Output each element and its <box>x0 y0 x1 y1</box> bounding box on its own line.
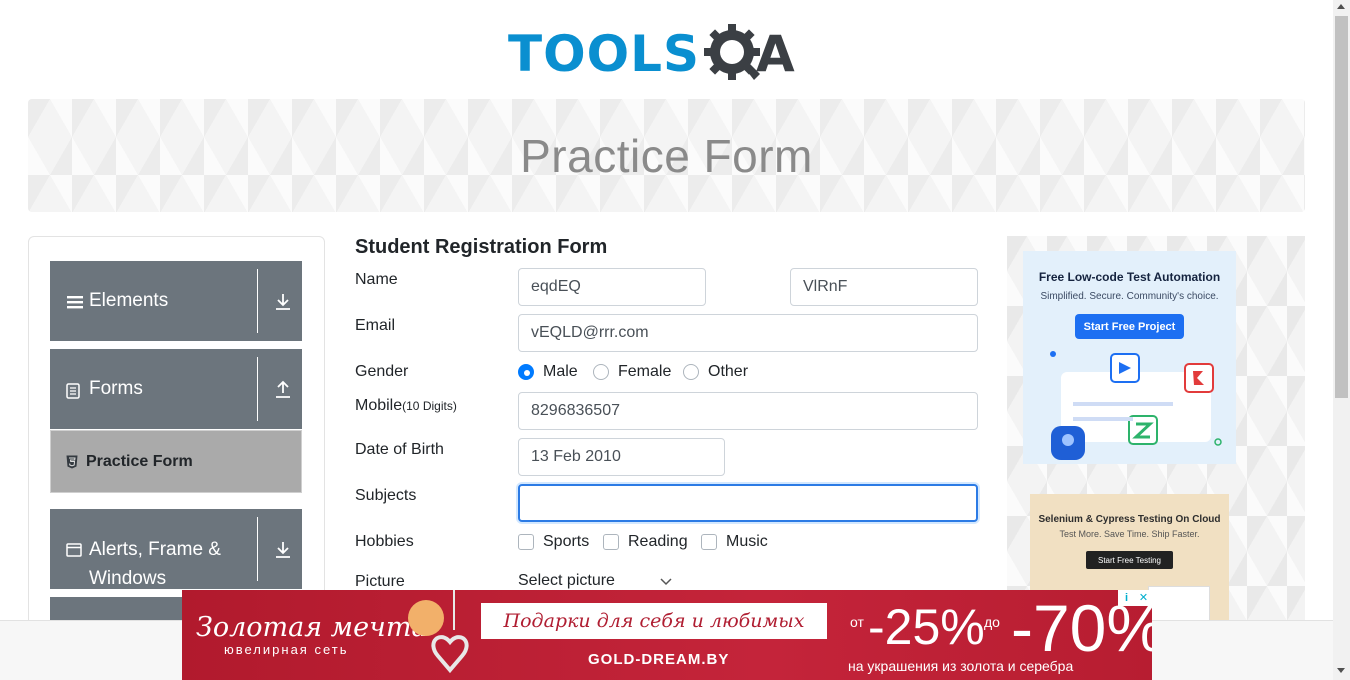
checkbox-label: Sports <box>543 533 590 550</box>
radio-label: Female <box>618 363 672 380</box>
picture-select-value: Select picture <box>518 572 615 589</box>
sidebar-group-label: Alerts, Frame & <box>89 539 221 560</box>
subjects-label: Subjects <box>355 487 417 504</box>
sidebar-group-label: Elements <box>89 290 169 311</box>
dob-label: Date of Birth <box>355 441 444 458</box>
html5-shield-icon <box>66 455 78 468</box>
hobby-checkbox-sports[interactable]: Sports <box>518 533 589 551</box>
sidebar-group-alerts-frame-windows[interactable]: Alerts, Frame & Windows <box>50 509 302 589</box>
page: TOOLS A Practice Form Elements Forms Pra… <box>0 0 1350 680</box>
gender-radio-other[interactable]: Other <box>683 363 748 381</box>
ad-controls: i ✕ <box>1118 590 1152 606</box>
radio-button-checked[interactable] <box>518 364 534 380</box>
ad-close-icon[interactable]: ✕ <box>1135 590 1152 606</box>
email-input[interactable]: vEQLD@rrr.com <box>518 314 978 352</box>
ad-subtitle: Test More. Save Time. Ship Faster. <box>1059 529 1200 539</box>
picture-label: Picture <box>355 573 405 590</box>
download-arrow-icon <box>276 294 290 310</box>
sidebar-item-label: Practice Form <box>86 452 193 470</box>
divider <box>257 517 258 581</box>
window-icon <box>66 543 82 557</box>
ad-katalon[interactable]: Free Low-code Test Automation Simplified… <box>1023 251 1236 464</box>
scroll-down-arrow-icon[interactable] <box>1337 668 1345 673</box>
upload-arrow-icon <box>276 380 290 398</box>
subjects-input[interactable] <box>518 484 978 522</box>
ad-site: GOLD-DREAM.BY <box>588 651 730 668</box>
hobby-checkbox-music[interactable]: Music <box>701 533 768 551</box>
form-title: Student Registration Form <box>355 236 608 258</box>
ad-to: до <box>984 614 1000 630</box>
gender-radio-male[interactable]: Male <box>518 363 578 381</box>
last-name-input[interactable]: VlRnF <box>790 268 978 306</box>
pendant-heart-icon <box>408 590 469 674</box>
sidebar-group-label: Forms <box>89 378 143 399</box>
toolsqa-logo[interactable]: TOOLS A <box>508 16 795 92</box>
ad-cta-button[interactable]: Start Free Testing <box>1086 551 1173 569</box>
sidebar-group-elements[interactable]: Elements <box>50 261 302 341</box>
mobile-hint: (10 Digits) <box>402 399 457 413</box>
ad-from: от <box>850 614 864 630</box>
mobile-label: Mobile(10 Digits) <box>355 397 457 415</box>
ad-brand-sub: ювелирная сеть <box>224 642 349 657</box>
ad-cta-button[interactable]: Start Free Project <box>1075 314 1184 339</box>
mobile-label-text: Mobile <box>355 397 403 414</box>
checkbox[interactable] <box>603 534 619 550</box>
ad-slogan: Подарки для себя и любимых <box>481 603 827 639</box>
download-arrow-icon <box>276 542 290 558</box>
gender-radio-female[interactable]: Female <box>593 363 671 381</box>
scrollbar-thumb[interactable] <box>1335 16 1348 398</box>
page-title: Practice Form <box>520 129 813 182</box>
ad-illustration <box>1148 586 1210 624</box>
radio-label: Other <box>708 363 749 380</box>
logo-text-tools: TOOLS <box>508 25 700 83</box>
page-banner: Practice Form <box>28 99 1305 212</box>
checkbox-label: Music <box>726 533 768 550</box>
gender-label: Gender <box>355 363 409 380</box>
divider <box>257 269 258 333</box>
name-label: Name <box>355 271 398 288</box>
sidebar-item-practice-form[interactable]: Practice Form <box>50 430 302 493</box>
radio-button[interactable] <box>683 364 699 380</box>
ad-illustration <box>1050 351 1222 460</box>
document-icon <box>66 383 80 399</box>
checkbox-label: Reading <box>628 533 688 550</box>
divider <box>257 357 258 421</box>
hobbies-label: Hobbies <box>355 533 414 550</box>
ad-discount-min: -25% <box>868 599 985 655</box>
picture-select[interactable]: Select picture <box>518 572 673 590</box>
ad-title: Selenium & Cypress Testing On Cloud <box>1038 514 1221 525</box>
radio-button[interactable] <box>593 364 609 380</box>
radio-label: Male <box>543 363 578 380</box>
bottom-ad-banner[interactable]: Золотая мечта ювелирная сеть Подарки для… <box>182 590 1152 680</box>
date-of-birth-input[interactable]: 13 Feb 2010 <box>518 438 725 476</box>
ad-subtitle: Simplified. Secure. Community's choice. <box>1040 291 1219 302</box>
hamburger-icon <box>67 296 83 309</box>
ad-title: Free Low-code Test Automation <box>1038 270 1221 284</box>
scroll-up-arrow-icon[interactable] <box>1337 4 1345 9</box>
hobby-checkbox-reading[interactable]: Reading <box>603 533 688 551</box>
checkbox[interactable] <box>701 534 717 550</box>
checkbox[interactable] <box>518 534 534 550</box>
email-label: Email <box>355 317 396 334</box>
ad-info-icon[interactable]: i <box>1118 590 1135 606</box>
vertical-scrollbar[interactable] <box>1333 0 1350 680</box>
gear-magnifier-icon <box>702 22 766 86</box>
sidebar-group-label-line2: Windows <box>89 568 167 589</box>
first-name-input[interactable]: eqdEQ <box>518 268 706 306</box>
sidebar-group-forms[interactable]: Forms <box>50 349 302 429</box>
ad-note: на украшения из золота и серебра <box>848 658 1074 674</box>
ad-brand: Золотая мечта <box>196 612 428 643</box>
chevron-down-icon <box>660 578 672 586</box>
mobile-input[interactable]: 8296836507 <box>518 392 978 430</box>
